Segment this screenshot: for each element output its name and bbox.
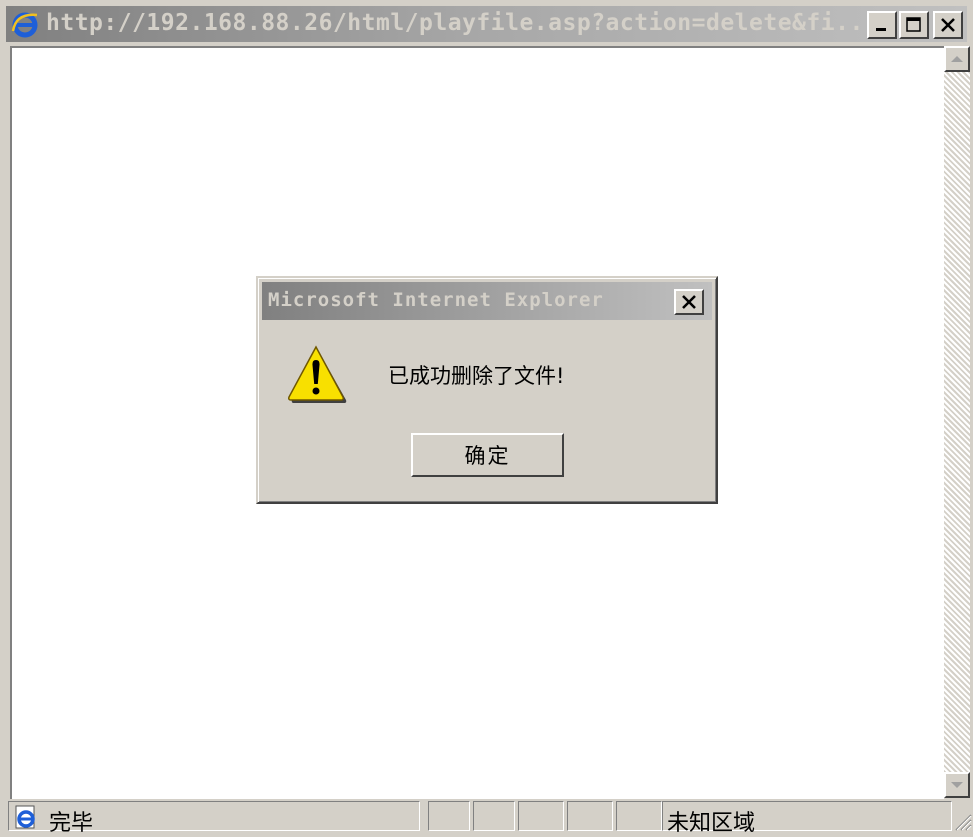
close-button[interactable] [933, 11, 963, 39]
status-text: 完毕 [49, 811, 94, 836]
status-panel [616, 801, 662, 831]
close-icon [682, 295, 696, 309]
resize-grip-icon[interactable] [952, 811, 972, 831]
dialog-close-button[interactable] [674, 289, 704, 315]
status-bar: 完毕 未知区域 [6, 799, 973, 836]
status-panel-zone: 未知区域 [662, 801, 952, 836]
dialog-message: 已成功删除了文件! [388, 364, 565, 388]
alert-dialog: Microsoft Internet Explorer 已成功删除了文件! 确定 [256, 276, 718, 504]
maximize-icon [906, 17, 921, 32]
security-zone-text: 未知区域 [667, 811, 756, 836]
status-panel [518, 801, 564, 831]
status-panel-main: 完毕 [8, 801, 420, 836]
maximize-button[interactable] [899, 11, 929, 39]
close-icon [941, 18, 955, 32]
page-done-icon [15, 805, 35, 829]
dialog-title: Microsoft Internet Explorer [268, 289, 604, 311]
ok-button[interactable]: 确定 [411, 433, 564, 477]
window-titlebar[interactable]: http://192.168.88.26/html/playfile.asp?a… [6, 6, 967, 42]
status-panel [428, 801, 470, 831]
browser-window: http://192.168.88.26/html/playfile.asp?a… [0, 0, 973, 836]
scroll-up-button[interactable] [944, 46, 970, 72]
status-panel [567, 801, 613, 831]
dialog-titlebar[interactable]: Microsoft Internet Explorer [262, 282, 712, 320]
warning-icon [288, 345, 347, 403]
arrow-up-icon [951, 56, 963, 62]
vertical-scrollbar[interactable] [944, 46, 970, 798]
ok-button-label: 确定 [464, 444, 511, 468]
window-title: http://192.168.88.26/html/playfile.asp?a… [46, 10, 879, 36]
minimize-icon [876, 28, 886, 31]
ie-icon [11, 12, 38, 38]
arrow-down-icon [951, 782, 963, 788]
scroll-down-button[interactable] [944, 772, 970, 798]
minimize-button[interactable] [867, 11, 897, 39]
status-panel [473, 801, 515, 831]
